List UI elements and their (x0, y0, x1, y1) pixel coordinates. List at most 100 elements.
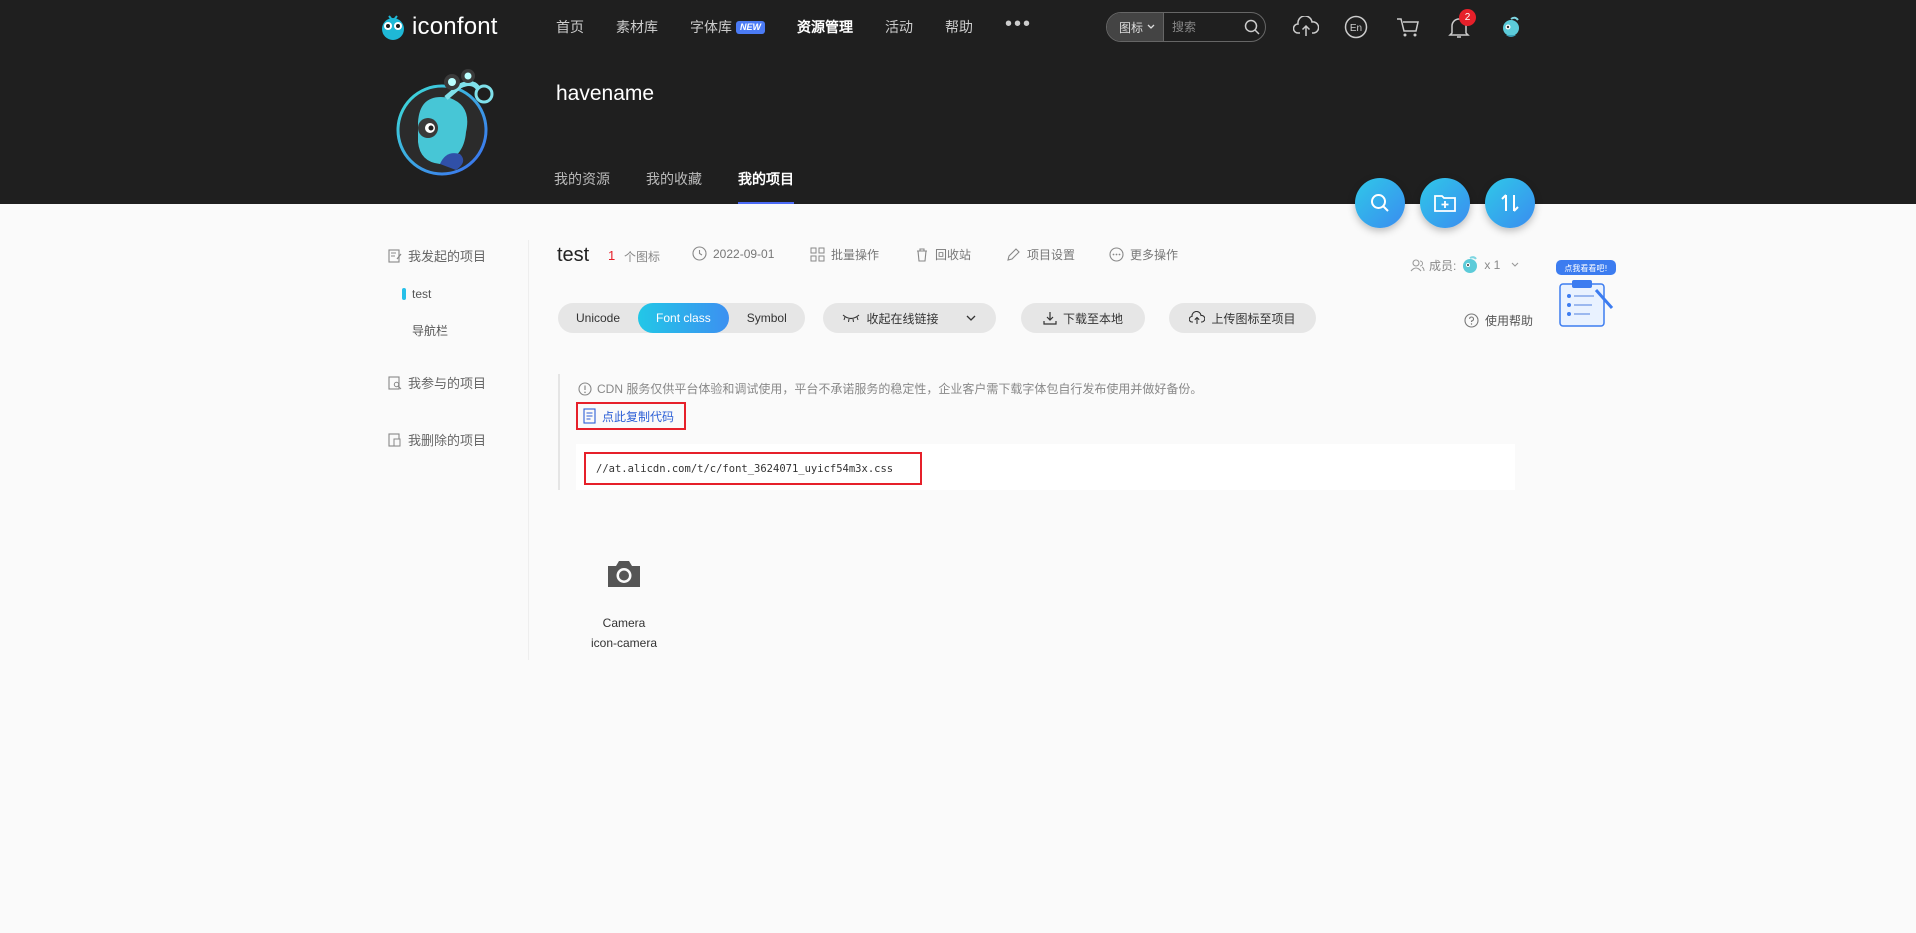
sidebar-deleted-label: 我删除的项目 (408, 433, 487, 448)
more-circle-icon (1109, 247, 1124, 262)
nav-home[interactable]: 首页 (556, 16, 584, 38)
pencil-icon (1007, 248, 1020, 261)
sidebar-item-test[interactable]: test (402, 287, 431, 301)
format-symbol-tab[interactable]: Symbol (729, 303, 805, 333)
trash-icon (917, 248, 927, 262)
tab-my-projects[interactable]: 我的项目 (738, 168, 794, 204)
nav-fonts-label: 字体库 (690, 19, 732, 35)
new-project-button[interactable] (1420, 178, 1470, 228)
notification-count-badge: 2 (1459, 9, 1476, 26)
more-menu-icon[interactable]: ••• (1005, 14, 1032, 38)
camera-icon (608, 561, 640, 587)
sidebar-joined-label: 我参与的项目 (408, 376, 487, 391)
grid-icon (810, 247, 825, 262)
sidebar-joined-projects[interactable]: 我参与的项目 (388, 373, 486, 392)
chevron-down-icon (1147, 24, 1155, 29)
format-unicode-tab[interactable]: Unicode (558, 303, 638, 333)
chevron-down-icon (966, 315, 975, 321)
recycle-bin-button[interactable]: 回收站 (915, 246, 971, 263)
search-icon (1371, 194, 1389, 212)
search-type-label: 图标 (1119, 20, 1144, 35)
members-count: x 1 (1484, 258, 1501, 272)
profile-username: havename (556, 82, 655, 105)
icon-name: Camera (602, 616, 646, 630)
tab-my-resources[interactable]: 我的资源 (554, 168, 610, 204)
collapse-online-link-button[interactable]: 收起在线链接 (823, 303, 996, 333)
iconfont-logo[interactable]: iconfont (378, 10, 498, 44)
download-local-button[interactable]: 下载至本地 (1021, 303, 1145, 333)
user-avatar-small[interactable] (1496, 12, 1526, 42)
iconfont-logo-icon (382, 15, 404, 40)
search-doc-icon (388, 375, 402, 390)
members-label: 成员: (1429, 258, 1457, 273)
icon-card[interactable]: Camera icon-camera (574, 548, 674, 668)
sort-button[interactable] (1485, 178, 1535, 228)
usage-help-link[interactable]: 使用帮助 (1464, 312, 1533, 329)
eye-closed-icon (843, 314, 860, 322)
nav-materials[interactable]: 素材库 (616, 16, 658, 38)
more-actions-button[interactable]: 更多操作 (1109, 246, 1178, 263)
copy-doc-icon (583, 408, 596, 424)
project-settings-button[interactable]: 项目设置 (1006, 246, 1075, 263)
project-members[interactable]: 成员: x 1 (1410, 255, 1520, 275)
members-icon (1410, 259, 1425, 272)
search-box: 图标 (1106, 12, 1266, 42)
nav-activity[interactable]: 活动 (885, 16, 913, 38)
profile-tabs: 我的资源 我的收藏 我的项目 (554, 168, 830, 204)
project-icon-count: 1 (608, 248, 616, 263)
search-input[interactable] (1164, 20, 1239, 34)
more-actions-label: 更多操作 (1130, 248, 1179, 262)
main-nav: 首页 素材库 字体库 NEW 资源管理 活动 帮助 ••• (556, 14, 1064, 38)
nav-fonts[interactable]: 字体库 NEW (690, 16, 765, 38)
chevron-down-icon (1511, 262, 1519, 267)
project-title: test (557, 244, 590, 266)
download-local-label: 下载至本地 (1062, 311, 1123, 326)
profile-avatar (390, 62, 498, 180)
copy-code-label: 点此复制代码 (602, 409, 675, 424)
new-badge: NEW (736, 21, 765, 34)
project-icon-count-label: 个图标 (624, 250, 661, 264)
project-date: 2022-09-01 (692, 246, 774, 261)
search-type-select[interactable]: 图标 (1107, 13, 1165, 41)
upload-cloud-icon[interactable] (1291, 12, 1321, 42)
nav-resource-management[interactable]: 资源管理 (797, 16, 853, 38)
upload-icon-to-project-button[interactable]: 上传图标至项目 (1169, 303, 1316, 333)
format-font-class-tab[interactable]: Font class (638, 303, 729, 333)
upload-cloud-icon (1189, 311, 1206, 324)
sidebar-initiated-label: 我发起的项目 (408, 249, 487, 264)
notification-bell-icon[interactable]: 2 (1444, 9, 1476, 42)
info-circle-icon (578, 381, 592, 396)
svg-text:En: En (1350, 23, 1362, 34)
download-icon (1043, 312, 1057, 325)
search-project-button[interactable] (1355, 178, 1405, 228)
top-header: iconfont 首页 素材库 字体库 NEW 资源管理 活动 帮助 ••• 图标… (0, 0, 1916, 204)
batch-operation-button[interactable]: 批量操作 (810, 246, 879, 263)
cdn-notice-text: CDN 服务仅供平台体验和调试使用，平台不承诺服务的稳定性，企业客户需下载字体包… (597, 382, 1203, 396)
usage-help-label: 使用帮助 (1485, 314, 1534, 328)
icon-class-name: icon-camera (590, 636, 658, 650)
sidebar-item-label: test (412, 287, 432, 301)
sidebar-deleted-projects[interactable]: 我删除的项目 (388, 430, 486, 449)
cart-icon[interactable] (1393, 12, 1423, 42)
format-switch: Unicode Font class Symbol (558, 303, 805, 333)
question-circle-icon (1464, 313, 1479, 328)
project-date-label: 2022-09-01 (713, 246, 775, 261)
nav-help[interactable]: 帮助 (945, 16, 973, 38)
collapse-online-link-label: 收起在线链接 (866, 311, 939, 326)
trash-doc-icon (388, 432, 401, 447)
batch-operation-label: 批量操作 (831, 248, 880, 262)
folder-add-icon (1434, 195, 1456, 212)
project-settings-label: 项目设置 (1027, 248, 1076, 262)
clock-icon (692, 246, 707, 261)
promo-clipboard-widget[interactable]: 点我看看吧! (1556, 260, 1616, 330)
search-icon[interactable] (1239, 14, 1265, 40)
sidebar-item-navbar[interactable]: 导航栏 (412, 322, 448, 339)
tab-my-favorites[interactable]: 我的收藏 (646, 168, 702, 204)
sidebar-initiated-projects[interactable]: 我发起的项目 (388, 246, 486, 265)
sidebar-divider (528, 240, 529, 660)
logo-text: iconfont (412, 13, 498, 40)
language-en-icon[interactable]: En (1341, 12, 1371, 42)
sidebar-item-label: 导航栏 (412, 324, 449, 338)
cdn-url-code[interactable]: //at.alicdn.com/t/c/font_3624071_uyicf54… (584, 452, 922, 485)
copy-code-button[interactable]: 点此复制代码 (576, 402, 686, 430)
